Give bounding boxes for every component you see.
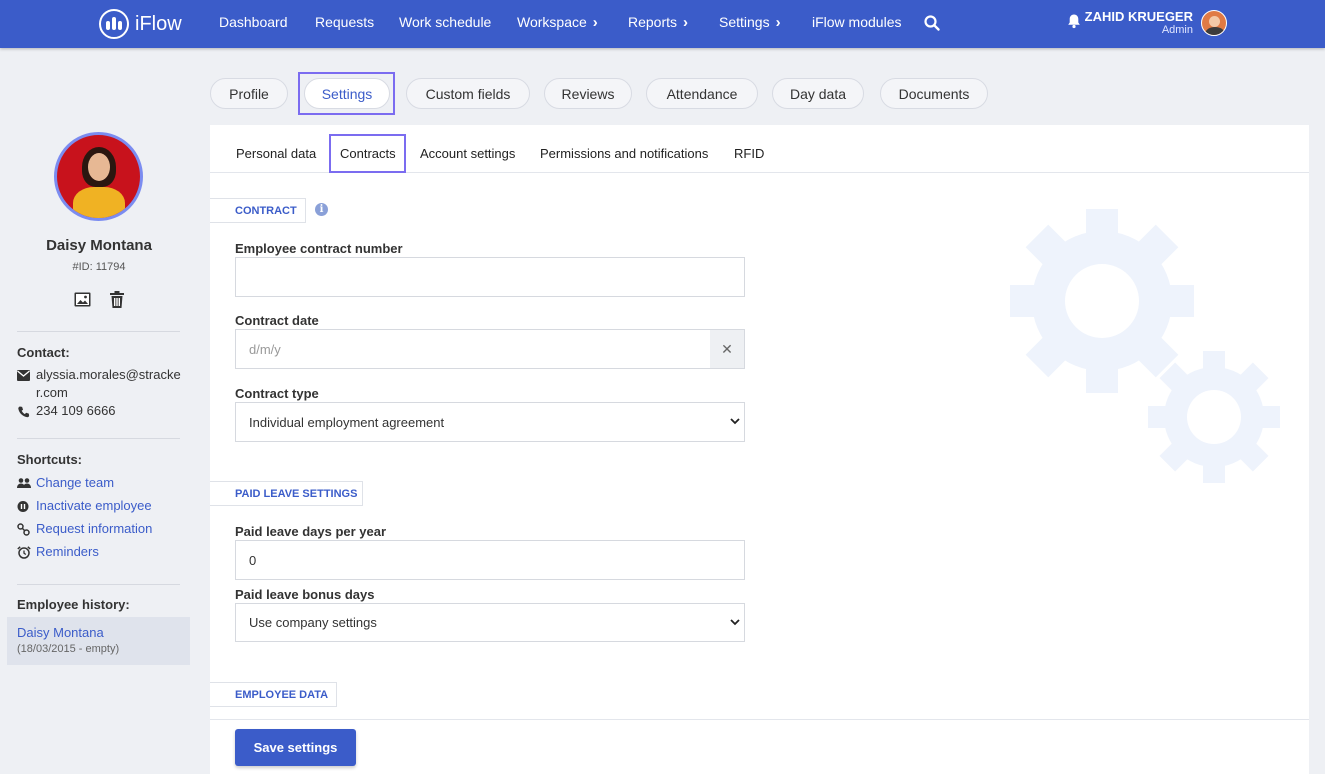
nav-dashboard[interactable]: Dashboard — [219, 14, 288, 30]
employee-history-item[interactable]: Daisy Montana (18/03/2015 - empty) — [7, 617, 190, 665]
contact-email[interactable]: alyssia.morales@stracker.com — [17, 366, 187, 402]
paid-leave-days-input[interactable]: 0 — [235, 540, 745, 580]
sidebar-divider — [17, 584, 180, 585]
contact-title: Contact: — [17, 345, 70, 360]
logo-mark-icon — [99, 9, 129, 39]
sidebar-divider — [17, 438, 180, 439]
employee-name: Daisy Montana — [46, 237, 152, 254]
paid-leave-bonus-select[interactable]: Use company settings — [235, 603, 745, 642]
shortcuts-title: Shortcuts: — [17, 452, 82, 467]
nav-reports-label: Reports — [628, 14, 678, 30]
section-contract: CONTRACT — [210, 198, 306, 223]
app-name: iFlow — [135, 12, 182, 35]
history-employee-name[interactable]: Daisy Montana — [17, 625, 104, 640]
shortcut-label: Change team — [36, 475, 115, 490]
contract-number-label: Employee contract number — [235, 241, 403, 256]
user-role: Admin — [1161, 24, 1193, 36]
employee-avatar — [54, 132, 143, 221]
pause-circle-icon — [17, 501, 29, 512]
section-employee-data: EMPLOYEE DATA — [210, 682, 337, 707]
employee-history-title: Employee history: — [17, 597, 130, 612]
paid-leave-bonus-label: Paid leave bonus days — [235, 587, 375, 602]
tab-day-data[interactable]: Day data — [772, 78, 864, 109]
clear-date-button[interactable]: ✕ — [710, 329, 745, 369]
envelope-icon — [17, 370, 30, 381]
sidebar-divider — [17, 331, 180, 332]
paid-leave-bonus-value: Use company settings — [249, 615, 377, 630]
subtab-permissions-notifications[interactable]: Permissions and notifications — [540, 146, 708, 161]
shortcut-label: Reminders — [36, 544, 99, 559]
nav-work-schedule[interactable]: Work schedule — [399, 14, 491, 30]
shortcut-inactivate-employee[interactable]: Inactivate employee — [17, 498, 187, 516]
search-icon[interactable] — [923, 14, 941, 32]
tab-custom-fields[interactable]: Custom fields — [406, 78, 530, 109]
tab-reviews[interactable]: Reviews — [544, 78, 632, 109]
sub-tabs: Personal data Contracts Account settings… — [210, 125, 1309, 173]
chevron-right-icon: › — [592, 14, 598, 31]
nav-iflow-modules[interactable]: iFlow modules — [812, 14, 901, 30]
panel-footer-divider — [210, 719, 1309, 720]
nav-workspace-label: Workspace — [517, 14, 587, 30]
contract-number-input[interactable] — [235, 257, 745, 297]
shortcut-change-team[interactable]: Change team — [17, 475, 187, 493]
settings-panel: Personal data Contracts Account settings… — [210, 125, 1309, 774]
save-settings-button[interactable]: Save settings — [235, 729, 356, 766]
phone-icon — [18, 406, 30, 418]
tab-settings[interactable]: Settings — [304, 78, 390, 109]
tab-documents[interactable]: Documents — [880, 78, 988, 109]
link-icon — [17, 523, 30, 536]
top-navbar: iFlow Dashboard Requests Work schedule W… — [0, 0, 1325, 48]
bell-icon[interactable] — [1066, 13, 1082, 29]
shortcut-reminders[interactable]: Reminders — [17, 544, 187, 562]
users-icon — [17, 478, 31, 488]
subtab-account-settings[interactable]: Account settings — [420, 146, 515, 161]
nav-reports[interactable]: Reports › — [628, 14, 688, 31]
alarm-clock-icon — [17, 546, 31, 559]
tab-attendance[interactable]: Attendance — [646, 78, 758, 109]
chevron-down-icon — [730, 418, 740, 425]
contact-phone: 234 109 6666 — [17, 402, 187, 420]
chevron-right-icon: › — [683, 14, 689, 31]
section-paid-leave: PAID LEAVE SETTINGS — [210, 481, 363, 506]
contract-type-value: Individual employment agreement — [249, 414, 445, 430]
shortcut-label: Request information — [36, 521, 153, 536]
user-avatar[interactable] — [1201, 10, 1227, 36]
subtab-personal-data[interactable]: Personal data — [236, 146, 316, 161]
paid-leave-days-label: Paid leave days per year — [235, 524, 387, 539]
contract-date-label: Contract date — [235, 313, 319, 328]
app-logo[interactable]: iFlow — [99, 8, 182, 40]
contract-type-label: Contract type — [235, 386, 319, 401]
nav-settings-label: Settings — [719, 14, 770, 30]
shortcut-request-information[interactable]: Request information — [17, 521, 187, 539]
contact-phone-text: 234 109 6666 — [36, 403, 116, 418]
contract-date-input[interactable]: d/m/y — [235, 329, 711, 369]
user-name[interactable]: ZAHID KRUEGER — [1085, 9, 1193, 24]
info-icon[interactable]: i — [315, 203, 328, 216]
tab-profile[interactable]: Profile — [210, 78, 288, 109]
subtab-rfid[interactable]: RFID — [734, 146, 764, 161]
history-date-range: (18/03/2015 - empty) — [17, 643, 120, 655]
image-icon[interactable] — [74, 292, 91, 307]
subtab-contracts[interactable]: Contracts — [340, 146, 396, 161]
nav-requests[interactable]: Requests — [315, 14, 374, 30]
chevron-right-icon: › — [775, 14, 781, 31]
employee-id: #ID: 11794 — [72, 261, 126, 273]
contract-type-select[interactable]: Individual employment agreement — [235, 402, 745, 442]
shortcut-label: Inactivate employee — [36, 498, 152, 513]
contact-email-text: alyssia.morales@stracker.com — [36, 367, 181, 400]
trash-icon[interactable] — [110, 291, 124, 308]
gears-decoration-icon — [1010, 209, 1280, 483]
nav-workspace[interactable]: Workspace › — [517, 14, 598, 31]
nav-settings[interactable]: Settings › — [719, 14, 781, 31]
chevron-down-icon — [730, 619, 740, 626]
